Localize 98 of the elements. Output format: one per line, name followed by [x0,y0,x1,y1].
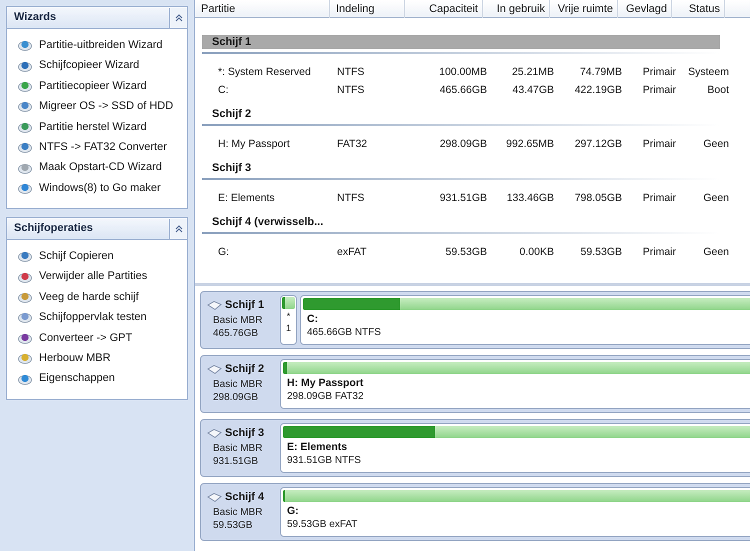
partition-name: E: Elements [286,441,348,454]
table-cell-text: E: Elements [217,191,276,206]
table-cell-text: 798.05GB [574,191,623,206]
partition-block[interactable]: C: 465.66GB NTFS [300,295,750,345]
table-cell-text: Primair [642,191,677,206]
table-cell-text: 25.21MB [510,65,555,80]
sidebar-item[interactable]: Schijfoppervlak testen [7,307,187,328]
table-cell-text: Geen [702,191,730,206]
sidebar-item[interactable]: Partitie-uitbreiden Wizard [7,35,187,56]
table-cell-text: NTFS [337,83,366,98]
sidebar-item[interactable]: Schijfcopieer Wizard [7,55,187,76]
double-chevron-icon [174,224,182,233]
disk-name: Schijf 2 [225,362,264,377]
table-cell-text: 992.65MB [505,137,555,152]
column-header[interactable]: Status [672,0,725,18]
disk-name: Schijf 3 [225,426,264,441]
table-cell-text: 59.53GB [580,245,623,260]
sidebar-item[interactable]: NTFS -> FAT32 Converter [7,136,187,158]
table-cell-text: H: My Passport [217,137,291,152]
table-cell-text: 931.51GB [438,191,488,206]
table-cell-text: Boot [706,83,730,98]
table-cell-text: 43.47GB [512,83,555,98]
table-cell-text: Geen [702,245,730,260]
table-cell-text: Primair [642,137,677,152]
table-cell-text: Primair [642,245,677,260]
partition-block[interactable]: G: 59.53GB exFAT [280,487,750,537]
column-header[interactable]: Capaciteit [405,0,483,18]
disk-size: 465.76GB [212,326,260,340]
disk-group-header[interactable]: Schijf 2 [202,107,720,121]
partition-block[interactable]: * 1 [280,295,297,345]
table-cell-text: Systeem [687,65,730,80]
disk-group-header[interactable]: Schijf 3 [202,161,720,175]
table-cell-text: 74.79MB [578,65,623,80]
table-cell-text: 0.00KB [518,245,555,260]
partition-name: H: My Passport [286,377,364,390]
disk-card[interactable]: Schijf 4 Basic MBR 59.53GB G: 59.53GB exFAT [200,483,750,541]
sidebar-item[interactable]: Verwijder alle Partities [7,266,187,287]
table-cell-text: 465.66GB [438,83,488,98]
table-cell-text: Primair [642,65,677,80]
disk-type: Basic MBR [212,314,264,326]
sidebar-item[interactable]: Eigenschappen [7,368,187,389]
partition-info: 298.09GB FAT32 [286,390,365,403]
partition-name: C: [306,313,320,326]
sidebar-item[interactable]: Windows(8) to Go maker [7,178,187,198]
table-cell-text: NTFS [337,191,366,206]
disk-card[interactable]: Schijf 3 Basic MBR 931.51GB E: Elements 931.51GB NTFS [200,419,750,477]
column-header[interactable]: Vrije ruimte [550,0,618,18]
table-cell-text: *: System Reserved [217,65,312,80]
table-cell-text: 297.12GB [574,137,623,152]
partition-info: 931.51GB NTFS [286,454,362,467]
partition-name: * [286,310,290,322]
disk-card[interactable]: Schijf 2 Basic MBR 298.09GB H: My Passport 298.09GB FAT32 [200,355,750,413]
panel-title: Wizards [13,10,58,26]
table-cell-text: FAT32 [337,137,368,152]
table-cell-text: exFAT [337,245,368,260]
sidebar-item[interactable]: Schijf Copieren [7,246,187,267]
disk-name: Schijf 1 [225,298,264,313]
table-cell-text: Primair [642,83,677,98]
column-header[interactable]: In gebruik [483,0,550,18]
table-cell-text: G: [217,245,230,260]
disk-size: 298.09GB [212,390,260,404]
table-cell-text: 133.46GB [506,191,555,206]
partition-info: 1 [286,322,291,334]
sidebar-item[interactable]: Herbouw MBR [7,348,187,368]
disk-group-header[interactable]: Schijf 1 [202,35,720,49]
disk-card[interactable]: Schijf 1 Basic MBR 465.76GB * 1 C: 465.66GB NTFS [200,291,750,349]
sidebar-item[interactable]: Partitiecopieer Wizard [7,76,187,96]
partition-info: 465.66GB NTFS [306,326,382,339]
table-cell-text: 422.19GB [574,83,623,98]
disk-type: Basic MBR [212,378,264,390]
disk-size: 931.51GB [212,454,260,468]
sidebar-item[interactable]: Veeg de harde schijf [7,286,187,308]
panel-title: Schijfoperaties [13,221,94,236]
double-chevron-icon [174,14,182,22]
partition-name: G: [286,505,300,518]
collapse-button[interactable] [169,8,187,28]
column-header[interactable]: Indeling [330,0,405,18]
sidebar-item[interactable]: Migreer OS -> SSD of HDD [7,96,187,117]
partition-block[interactable]: H: My Passport 298.09GB FAT32 [280,359,750,409]
table-cell-text: 100.00MB [438,65,488,80]
disk-type: Basic MBR [212,442,264,454]
column-header[interactable]: Gevlagd [618,0,672,18]
table-cell-text: C: [217,83,230,98]
disk-size: 59.53GB [212,518,254,532]
collapse-button[interactable] [169,218,187,239]
column-header[interactable]: Partitie [195,0,330,18]
table-cell-text: 59.53GB [444,245,488,260]
sidebar-item[interactable]: Converteer -> GPT [7,328,187,348]
partition-info: 59.53GB exFAT [286,518,358,531]
sidebar-item[interactable]: Partitie herstel Wizard [7,116,187,137]
table-cell-text: NTFS [337,65,366,80]
disk-name: Schijf 4 [225,490,264,505]
partition-block[interactable]: E: Elements 931.51GB NTFS [280,423,750,473]
sidebar-item[interactable]: Maak Opstart-CD Wizard [7,157,187,178]
disk-type: Basic MBR [212,506,264,518]
table-cell-text: 298.09GB [438,137,488,152]
disk-group-header[interactable]: Schijf 4 (verwisselb... [202,215,720,229]
table-cell-text: Geen [702,137,730,152]
